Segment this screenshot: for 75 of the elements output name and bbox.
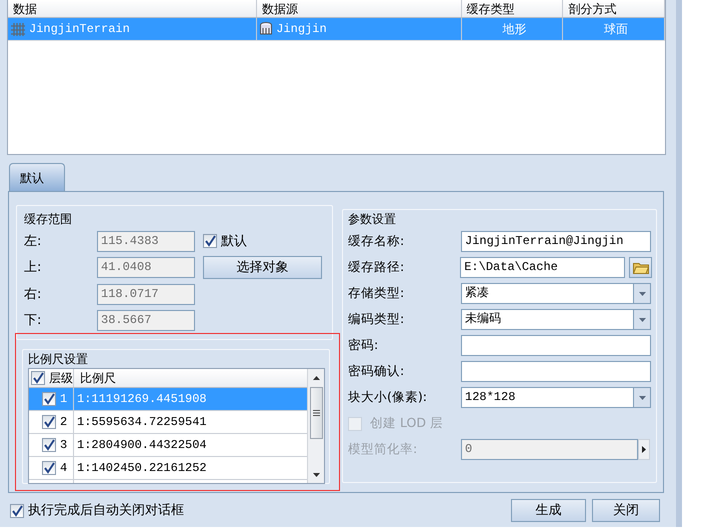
- field-label: 编码类型:: [348, 310, 406, 328]
- table-cell-text: 1: [60, 390, 68, 408]
- scroll-down-icon: [312, 473, 320, 477]
- field-label: 左:: [24, 232, 42, 250]
- input-field[interactable]: 38.5667: [97, 310, 195, 332]
- field-label: 右:: [24, 286, 42, 304]
- column-header[interactable]: 层级: [29, 369, 74, 387]
- checkbox[interactable]: [42, 438, 56, 452]
- browse-button[interactable]: [629, 257, 652, 278]
- database-icon: [260, 22, 272, 36]
- input-field[interactable]: [461, 335, 651, 356]
- field-label: 缓存路径:: [348, 258, 406, 276]
- checkbox[interactable]: [31, 371, 45, 385]
- dropdown[interactable]: 未编码: [461, 309, 651, 330]
- checkbox[interactable]: [42, 461, 56, 475]
- field-label: 模型简化率:: [348, 440, 418, 458]
- folder-icon: [632, 261, 649, 274]
- scrollbar[interactable]: [307, 369, 324, 483]
- group-title: 参数设置: [346, 210, 398, 228]
- table-row[interactable]: 2 1:5595634.72259541: [29, 411, 307, 434]
- arrow-icon: [642, 446, 646, 453]
- column-header[interactable]: 数据源: [257, 0, 462, 17]
- field-label: 存储类型:: [348, 284, 406, 302]
- scroll-up-icon: [312, 376, 320, 380]
- column-header[interactable]: 缓存类型: [462, 0, 564, 17]
- tab[interactable]: 默认: [9, 163, 65, 191]
- table-cell-text: 4: [60, 460, 68, 476]
- scrollbar-thumb[interactable]: [310, 387, 322, 439]
- table-cell-text: 2: [60, 414, 68, 430]
- input-field[interactable]: 41.0408: [97, 257, 195, 278]
- checkbox[interactable]: [42, 415, 56, 429]
- checkbox-label: 创建 LOD 层: [370, 414, 443, 432]
- table-cell-text: 1:1402450.22161252: [76, 460, 207, 477]
- spin-button[interactable]: [638, 439, 650, 460]
- input-field[interactable]: 118.0717: [97, 284, 195, 305]
- select-object-button[interactable]: 选择对象: [203, 256, 322, 280]
- checkbox-label: 执行完成后自动关闭对话框: [28, 502, 184, 520]
- checkbox-label: 默认: [221, 232, 247, 250]
- caret-icon: [638, 292, 646, 296]
- input-field[interactable]: JingjinTerrain@Jingjin: [461, 231, 651, 252]
- caret-icon: [638, 318, 646, 322]
- table-cell-text: 1:11191269.4451908: [76, 391, 207, 408]
- field-label: 块大小(像素):: [348, 388, 428, 406]
- table-cell: 球面: [563, 18, 666, 40]
- column-header[interactable]: 比例尺: [74, 369, 116, 387]
- input-field[interactable]: E:\Data\Cache: [460, 257, 626, 278]
- dropdown[interactable]: 128*128: [461, 387, 651, 408]
- field-label: 密码确认:: [348, 362, 406, 380]
- table-cell-text: JingjinTerrain: [29, 20, 130, 38]
- caret-icon: [638, 396, 646, 400]
- group-title: 缓存范围: [22, 210, 74, 228]
- column-header[interactable]: 剖分方式: [563, 0, 666, 17]
- group-title: 比例尺设置: [26, 350, 90, 368]
- input-field[interactable]: 115.4383: [97, 230, 195, 252]
- input-field[interactable]: [461, 361, 651, 382]
- table-cell-text: Jingjin: [276, 20, 327, 38]
- table-cell-text: 1:5595634.72259541: [76, 414, 207, 431]
- dialog-button[interactable]: 关闭: [592, 499, 660, 522]
- table-cell: 地形: [462, 18, 564, 40]
- field-label: 上:: [24, 259, 42, 277]
- table-cell-text: 1:2804900.44322504: [76, 437, 207, 454]
- dialog-button[interactable]: 生成: [511, 499, 586, 522]
- grip-icon: [312, 410, 320, 416]
- column-header[interactable]: 数据: [8, 0, 258, 17]
- checkbox[interactable]: [10, 504, 24, 518]
- checkbox[interactable]: [203, 234, 217, 248]
- checkbox[interactable]: [42, 392, 56, 406]
- field-label: 缓存名称:: [348, 232, 406, 250]
- table-row[interactable]: 4 1:1402450.22161252: [29, 457, 307, 480]
- field-label: 下:: [24, 312, 42, 330]
- grid-icon: [11, 22, 25, 36]
- table-row[interactable]: 3 1:2804900.44322504: [29, 434, 307, 457]
- field-label: 密码:: [348, 336, 380, 354]
- table-cell-text: 3: [60, 436, 68, 454]
- dropdown[interactable]: 紧凑: [461, 283, 651, 304]
